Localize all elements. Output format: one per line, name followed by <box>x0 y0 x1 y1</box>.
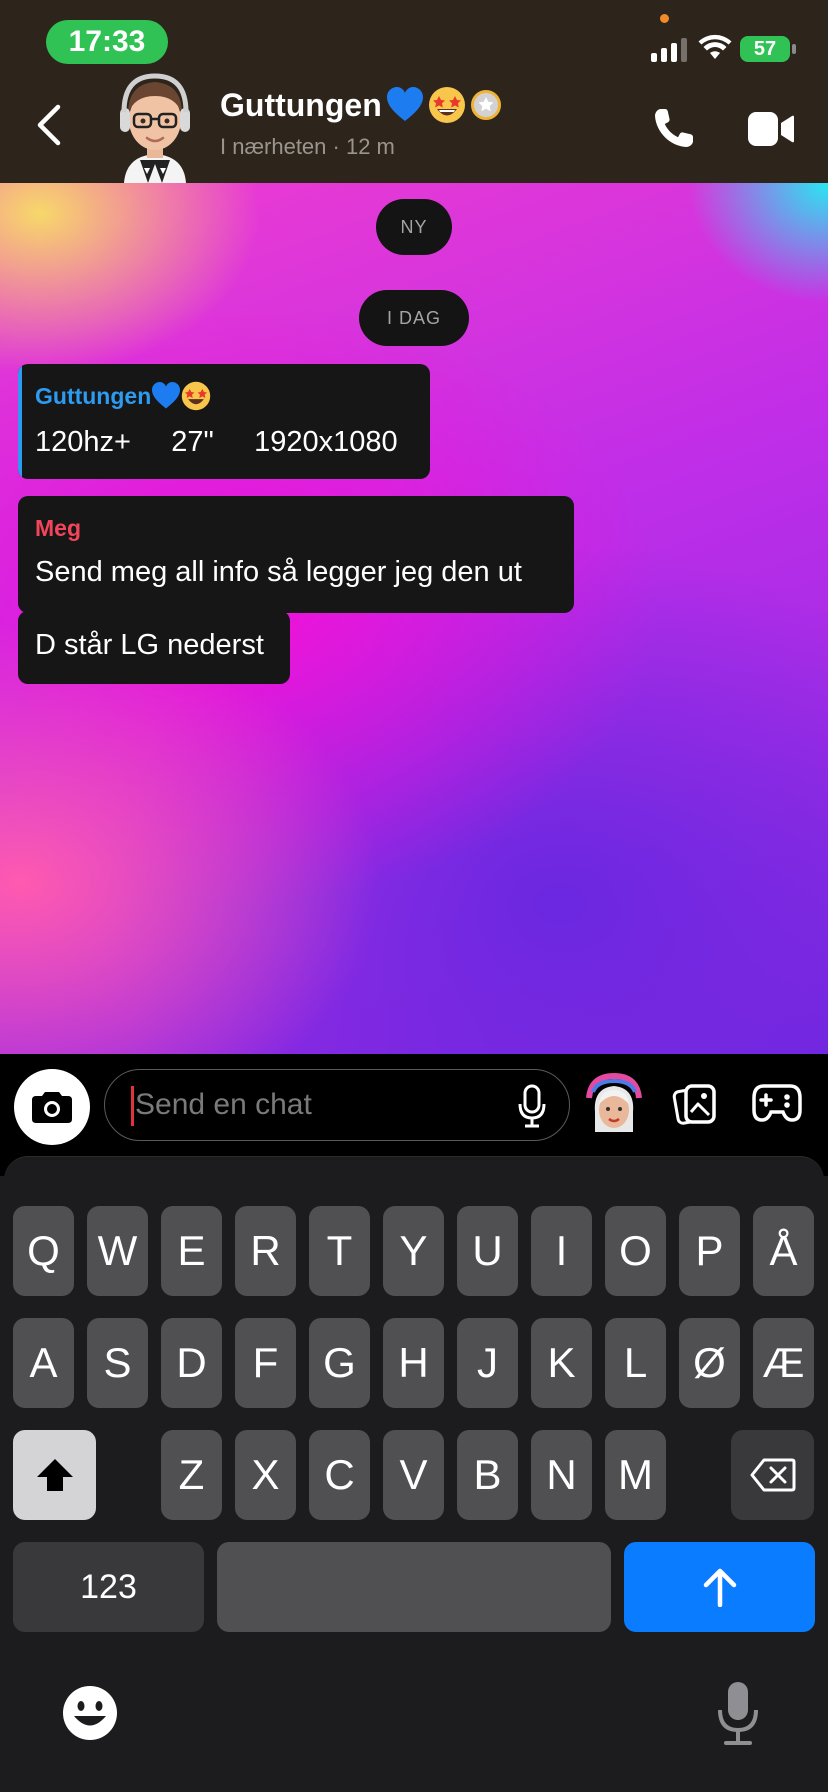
message-text: D står LG nederst <box>35 629 264 661</box>
message-bubble-me[interactable]: D står LG nederst <box>18 611 290 684</box>
message-text: 120hz+ 27" 1920x1080 <box>35 426 398 458</box>
key-m[interactable]: M <box>605 1430 666 1520</box>
backspace-icon <box>750 1458 795 1492</box>
key-n[interactable]: N <box>531 1430 592 1520</box>
date-separator: I DAG <box>359 290 469 346</box>
key-k[interactable]: K <box>531 1318 592 1408</box>
message-text: Send meg all info så legger jeg den ut <box>35 556 522 588</box>
gallery-icon[interactable] <box>672 1082 718 1128</box>
key-r[interactable]: R <box>235 1206 296 1296</box>
wifi-icon <box>698 34 732 59</box>
key-a[interactable]: A <box>13 1318 74 1408</box>
key-u[interactable]: U <box>457 1206 518 1296</box>
numbers-key[interactable]: 123 <box>13 1542 204 1632</box>
key-x[interactable]: X <box>235 1430 296 1520</box>
microphone-icon[interactable] <box>517 1084 547 1128</box>
key-h[interactable]: H <box>383 1318 444 1408</box>
contact-name[interactable]: Guttungen <box>220 86 502 124</box>
keyboard-top-rounded <box>4 1156 824 1197</box>
key-b[interactable]: B <box>457 1430 518 1520</box>
key-p[interactable]: P <box>679 1206 740 1296</box>
send-key[interactable] <box>624 1542 815 1632</box>
space-key[interactable] <box>217 1542 611 1632</box>
chat-header: 17:33 57 Guttungen I nærheten · 12 m <box>0 0 828 183</box>
key-c[interactable]: C <box>309 1430 370 1520</box>
my-bitmoji-avatar[interactable] <box>583 1072 645 1138</box>
key-t[interactable]: T <box>309 1206 370 1296</box>
shift-icon <box>36 1459 73 1491</box>
key-o-slash[interactable]: Ø <box>679 1318 740 1408</box>
game-controller-icon[interactable] <box>752 1082 802 1122</box>
backspace-key[interactable] <box>731 1430 814 1520</box>
battery-cap <box>792 44 796 54</box>
star-struck-emoji <box>182 381 211 411</box>
key-v[interactable]: V <box>383 1430 444 1520</box>
key-y[interactable]: Y <box>383 1206 444 1296</box>
message-sender-name: Guttungen <box>35 381 211 411</box>
key-j[interactable]: J <box>457 1318 518 1408</box>
video-call-icon[interactable] <box>748 112 794 146</box>
send-arrow-icon <box>703 1568 736 1607</box>
key-o[interactable]: O <box>605 1206 666 1296</box>
key-ae[interactable]: Æ <box>753 1318 814 1408</box>
chat-input-field[interactable]: Send en chat <box>104 1069 570 1141</box>
new-messages-separator: NY <box>376 199 452 255</box>
key-i[interactable]: I <box>531 1206 592 1296</box>
contact-location-status: I nærheten · 12 m <box>220 134 395 159</box>
key-a-ring[interactable]: Å <box>753 1206 814 1296</box>
key-l[interactable]: L <box>605 1318 666 1408</box>
key-s[interactable]: S <box>87 1318 148 1408</box>
cellular-signal-icon <box>651 38 687 62</box>
keyboard: Q W E R T Y U I O P Å A S D F G H J K L … <box>0 1156 828 1792</box>
message-sender-name: Meg <box>35 515 81 541</box>
key-d[interactable]: D <box>161 1318 222 1408</box>
key-g[interactable]: G <box>309 1318 370 1408</box>
privacy-indicator-dot <box>660 14 669 23</box>
dictation-icon[interactable] <box>716 1680 760 1746</box>
sender-color-bar <box>18 364 22 479</box>
status-time: 17:33 <box>46 20 168 64</box>
camera-icon <box>32 1092 72 1123</box>
chat-messages-area[interactable]: NY I DAG Guttungen 120hz+ 27" 1920x1080 … <box>0 183 828 1054</box>
star-badge-icon <box>470 90 501 120</box>
key-f[interactable]: F <box>235 1318 296 1408</box>
blue-heart-emoji <box>386 87 423 121</box>
contact-bitmoji-avatar[interactable] <box>114 72 196 183</box>
camera-button[interactable] <box>14 1069 90 1145</box>
message-bubble-contact[interactable]: Guttungen 120hz+ 27" 1920x1080 <box>18 364 430 479</box>
shift-key[interactable] <box>13 1430 96 1520</box>
key-w[interactable]: W <box>87 1206 148 1296</box>
blue-heart-emoji <box>152 382 181 409</box>
message-bubble-me[interactable]: Meg Send meg all info så legger jeg den … <box>18 496 574 613</box>
key-q[interactable]: Q <box>13 1206 74 1296</box>
key-z[interactable]: Z <box>161 1430 222 1520</box>
emoji-icon[interactable] <box>62 1685 118 1741</box>
key-e[interactable]: E <box>161 1206 222 1296</box>
text-caret <box>131 1086 134 1126</box>
chat-input-placeholder: Send en chat <box>135 1088 312 1121</box>
star-struck-emoji <box>428 87 465 123</box>
battery-indicator: 57 <box>740 36 790 62</box>
back-arrow-icon[interactable] <box>36 104 62 146</box>
phone-icon[interactable] <box>652 106 696 150</box>
composer-bar: Send en chat <box>0 1054 828 1156</box>
